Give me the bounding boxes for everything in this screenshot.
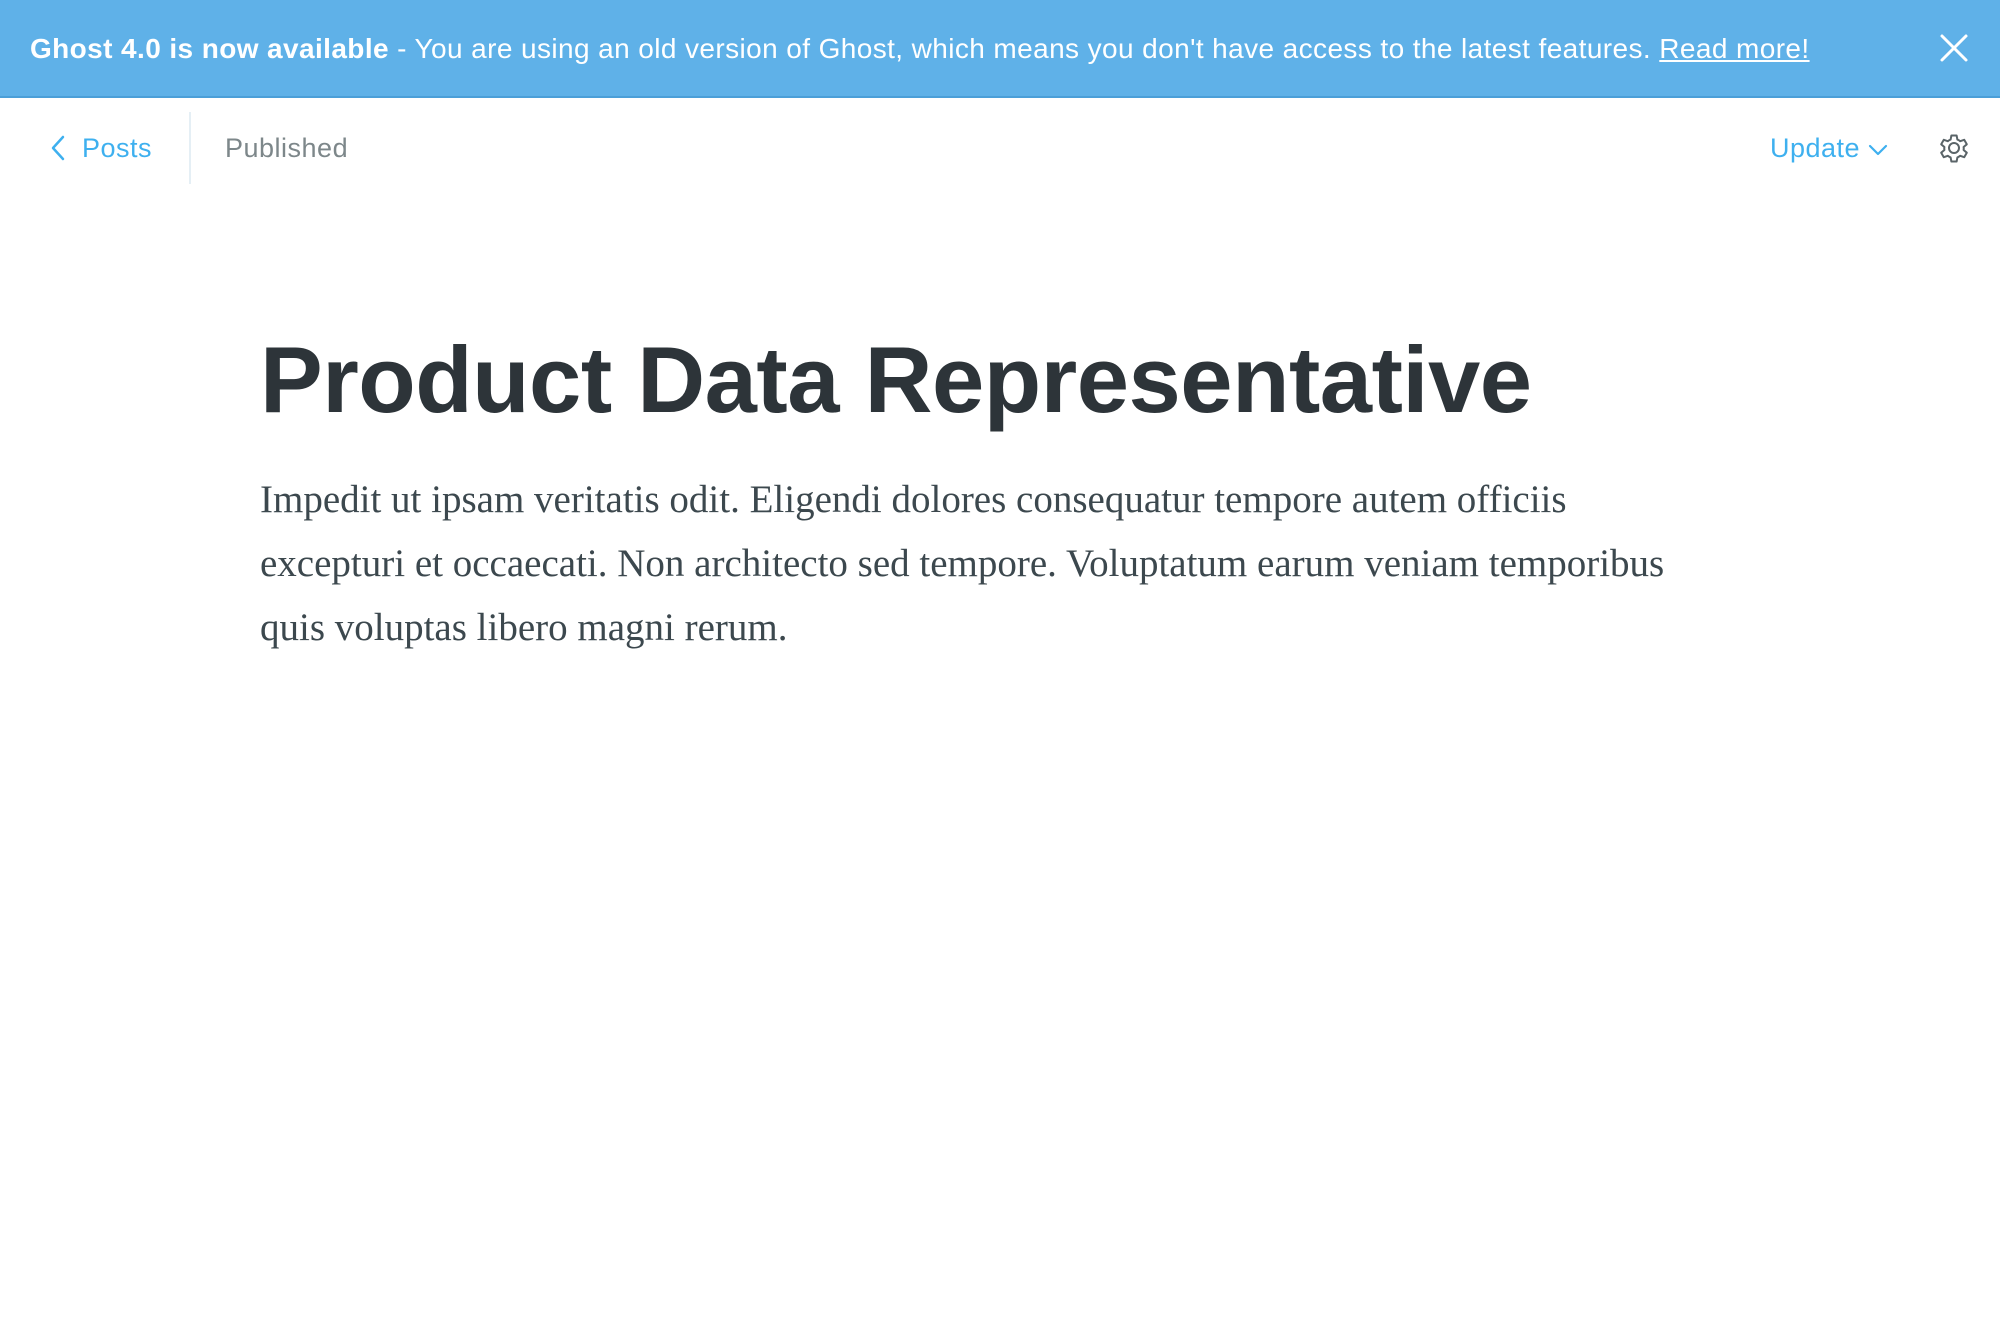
close-icon[interactable] (1938, 32, 1970, 64)
back-to-posts-link[interactable]: Posts (50, 98, 152, 198)
post-status: Published (225, 133, 349, 163)
toolbar-divider (189, 112, 191, 184)
update-button[interactable]: Update (1770, 98, 1888, 198)
chevron-down-icon (1868, 144, 1888, 156)
banner-headline: Ghost 4.0 is now available (30, 33, 389, 64)
post-title[interactable]: Product Data Representative (260, 320, 1680, 440)
upgrade-banner: Ghost 4.0 is now available - You are usi… (0, 0, 2000, 98)
chevron-left-icon (51, 135, 65, 161)
post-editor[interactable]: Product Data Representative Impedit ut i… (260, 320, 1680, 660)
update-button-label: Update (1770, 132, 1861, 163)
post-body[interactable]: Impedit ut ipsam veritatis odit. Eligend… (260, 468, 1680, 660)
banner-text: Ghost 4.0 is now available - You are usi… (30, 0, 1810, 98)
read-more-link[interactable]: Read more! (1659, 33, 1809, 64)
banner-separator: - (388, 33, 415, 64)
gear-icon[interactable] (1936, 130, 1972, 166)
banner-message: You are using an old version of Ghost, w… (414, 33, 1652, 64)
back-link-label: Posts (82, 132, 153, 163)
editor-toolbar: Posts Published Update (0, 98, 2000, 198)
